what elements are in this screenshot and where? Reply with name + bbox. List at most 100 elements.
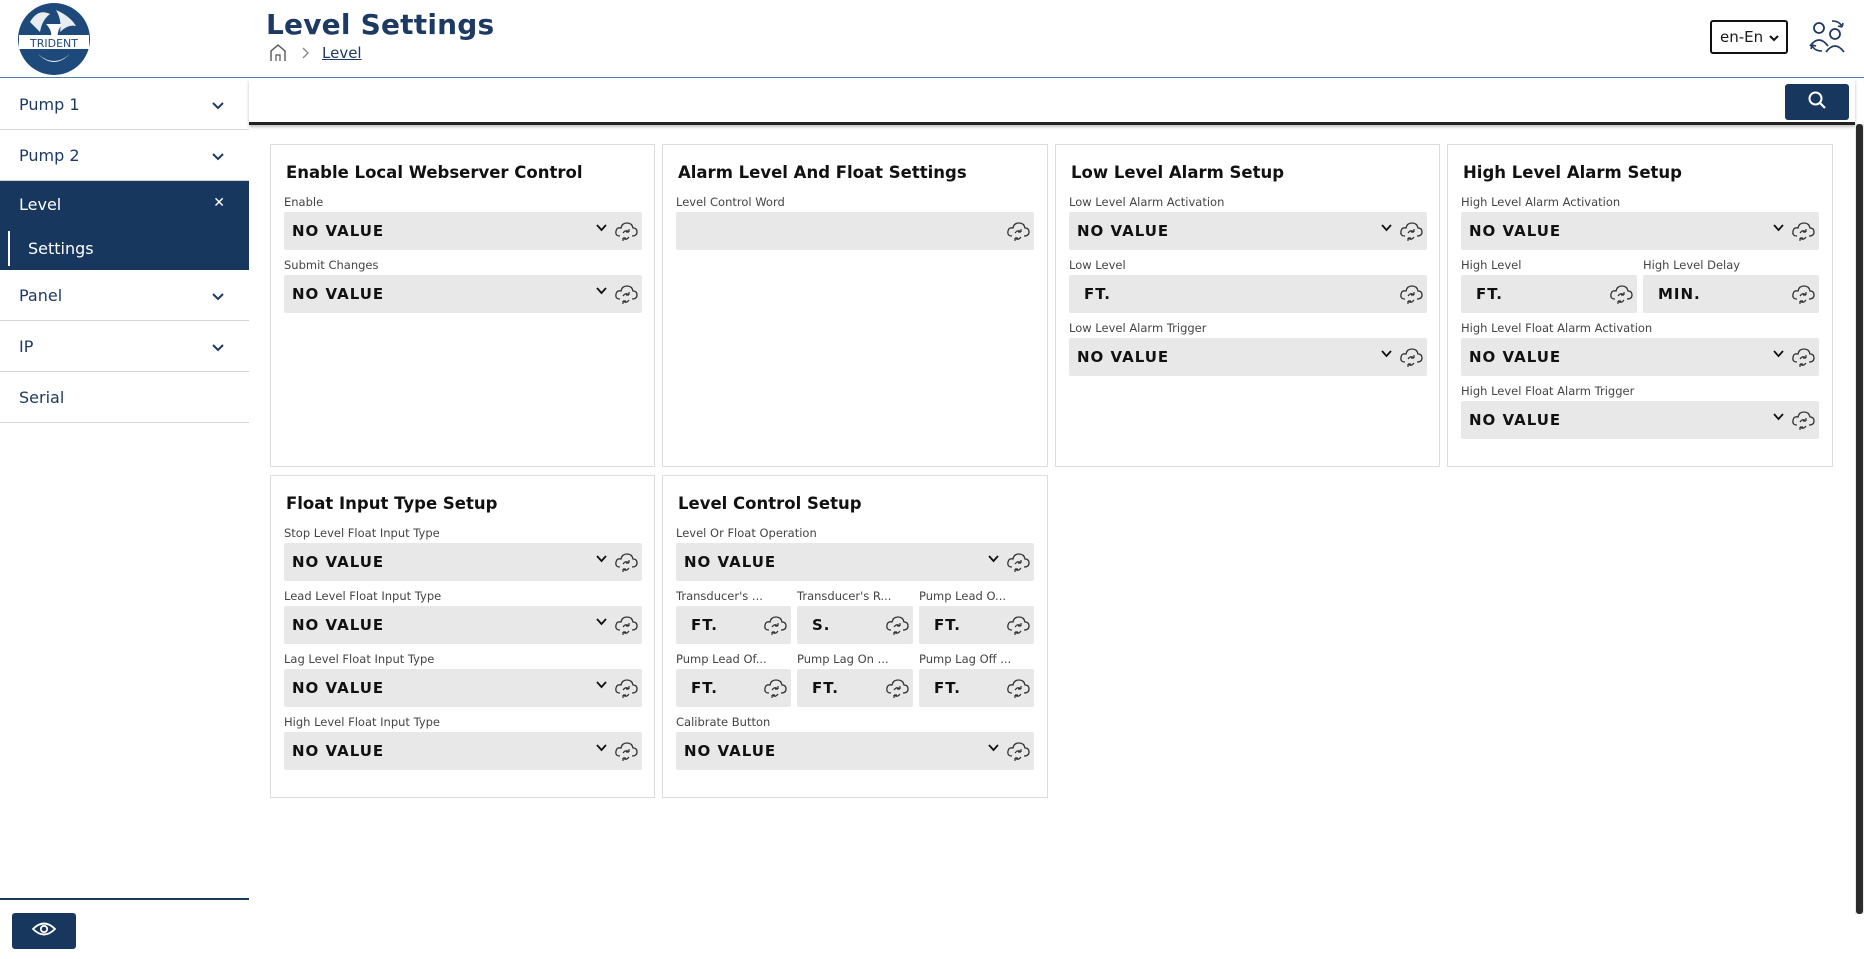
field-value: FT. <box>1476 285 1503 303</box>
stop-level-float-input-type-select[interactable]: NO VALUE <box>284 543 642 581</box>
cloud-sync-icon[interactable] <box>614 551 638 573</box>
pump-lead-off-input[interactable]: FT. <box>676 669 791 707</box>
enable-select[interactable]: NO VALUE <box>284 212 642 250</box>
sidebar-item-panel[interactable]: Panel <box>0 270 249 321</box>
field-value: FT. <box>1084 285 1111 303</box>
sidebar-subitem-settings[interactable]: Settings <box>0 227 249 270</box>
cloud-sync-icon[interactable] <box>1399 220 1423 242</box>
cloud-sync-icon[interactable] <box>1399 346 1423 368</box>
field-label: High Level <box>1461 258 1522 272</box>
field-value: MIN. <box>1658 285 1701 303</box>
cloud-sync-icon[interactable] <box>1791 346 1815 368</box>
field-label: Pump Lag Off ... <box>919 652 1012 666</box>
cloud-sync-icon[interactable] <box>1399 283 1423 305</box>
field-pump-lag-off: Pump Lag Off ... FT. <box>919 652 1034 707</box>
language-select[interactable]: en-En <box>1710 20 1788 54</box>
field-value: NO VALUE <box>292 553 385 571</box>
cloud-sync-icon[interactable] <box>1791 283 1815 305</box>
card-title: High Level Alarm Setup <box>1463 163 1682 182</box>
chevron-down-icon <box>211 288 225 302</box>
cloud-sync-icon[interactable] <box>1006 740 1030 762</box>
cloud-sync-icon[interactable] <box>885 677 909 699</box>
high-level-delay-input[interactable]: MIN. <box>1643 275 1819 313</box>
field-high-level-alarm-activation: High Level Alarm Activation NO VALUE <box>1461 195 1819 250</box>
field-label: Low Level <box>1069 258 1126 272</box>
trident-logo[interactable]: TRIDENT <box>16 2 92 76</box>
cloud-sync-icon[interactable] <box>1791 220 1815 242</box>
cloud-sync-icon[interactable] <box>1006 677 1030 699</box>
field-value: FT. <box>691 616 718 634</box>
transducers-r-input[interactable]: S. <box>797 606 913 644</box>
pump-lag-on-input[interactable]: FT. <box>797 669 913 707</box>
sidebar-item-pump-2[interactable]: Pump 2 <box>0 130 249 181</box>
cloud-sync-icon[interactable] <box>1006 614 1030 636</box>
search-button[interactable] <box>1785 84 1849 120</box>
switch-user-icon[interactable] <box>1806 16 1848 56</box>
level-or-float-operation-select[interactable]: NO VALUE <box>676 543 1034 581</box>
cloud-sync-icon[interactable] <box>614 220 638 242</box>
high-level-alarm-activation-select[interactable]: NO VALUE <box>1461 212 1819 250</box>
field-value: NO VALUE <box>1077 222 1170 240</box>
sidebar-item-ip[interactable]: IP <box>0 321 249 372</box>
home-icon[interactable] <box>268 44 288 62</box>
cloud-sync-icon[interactable] <box>614 614 638 636</box>
cloud-sync-icon[interactable] <box>763 614 787 636</box>
field-label: Low Level Alarm Activation <box>1069 195 1225 209</box>
toggle-visibility-button[interactable] <box>12 913 76 949</box>
field-value: NO VALUE <box>684 742 777 760</box>
lag-level-float-input-type-select[interactable]: NO VALUE <box>284 669 642 707</box>
cloud-sync-icon[interactable] <box>885 614 909 636</box>
pump-lag-off-input[interactable]: FT. <box>919 669 1034 707</box>
chevron-right-icon <box>298 46 312 60</box>
field-lead-level-float-input-type: Lead Level Float Input Type NO VALUE <box>284 589 642 644</box>
svg-text:TRIDENT: TRIDENT <box>29 37 78 50</box>
chevron-down-icon <box>987 740 1000 753</box>
high-level-float-alarm-activation-select[interactable]: NO VALUE <box>1461 338 1819 376</box>
field-label: High Level Delay <box>1643 258 1741 272</box>
sidebar-item-pump-1[interactable]: Pump 1 <box>0 79 249 130</box>
app-header: TRIDENT Level Settings Level en-En <box>0 0 1864 78</box>
chevron-down-icon <box>595 740 608 753</box>
chevron-down-icon <box>1380 220 1393 233</box>
cloud-sync-icon[interactable] <box>1006 220 1030 242</box>
language-value: en-En <box>1720 28 1764 46</box>
close-icon[interactable]: ✕ <box>213 195 225 211</box>
cloud-sync-icon[interactable] <box>1006 551 1030 573</box>
sidebar-item-serial[interactable]: Serial <box>0 372 249 423</box>
field-calibrate-button: Calibrate Button NO VALUE <box>676 715 1034 770</box>
breadcrumb-level-link[interactable]: Level <box>322 44 362 62</box>
cloud-sync-icon[interactable] <box>1791 409 1815 431</box>
low-level-alarm-trigger-select[interactable]: NO VALUE <box>1069 338 1427 376</box>
field-pump-lead-on: Pump Lead O... FT. <box>919 589 1034 644</box>
high-level-float-alarm-trigger-select[interactable]: NO VALUE <box>1461 401 1819 439</box>
field-label: Transducer's ... <box>676 589 763 603</box>
field-label: Pump Lead Of... <box>676 652 767 666</box>
transducers-1-input[interactable]: FT. <box>676 606 791 644</box>
scrollbar-thumb[interactable] <box>1856 124 1863 914</box>
field-value: S. <box>812 616 831 634</box>
calibrate-button-select[interactable]: NO VALUE <box>676 732 1034 770</box>
scrollbar[interactable] <box>1855 124 1864 914</box>
field-label: Submit Changes <box>284 258 379 272</box>
field-label: Transducer's R... <box>797 589 892 603</box>
sidebar-item-label: Pump 1 <box>19 94 80 114</box>
pump-lead-on-input[interactable]: FT. <box>919 606 1034 644</box>
cloud-sync-icon[interactable] <box>614 740 638 762</box>
cloud-sync-icon[interactable] <box>1609 283 1633 305</box>
high-level-float-input-type-select[interactable]: NO VALUE <box>284 732 642 770</box>
sidebar-item-level[interactable]: Level ✕ <box>0 181 249 227</box>
level-control-word-input[interactable] <box>676 212 1034 250</box>
cloud-sync-icon[interactable] <box>763 677 787 699</box>
low-level-alarm-activation-select[interactable]: NO VALUE <box>1069 212 1427 250</box>
high-level-input[interactable]: FT. <box>1461 275 1637 313</box>
chevron-down-icon <box>211 97 225 111</box>
field-value: NO VALUE <box>1469 348 1562 366</box>
cloud-sync-icon[interactable] <box>614 677 638 699</box>
sidebar-group-level: Level ✕ Settings <box>0 181 249 270</box>
low-level-input[interactable]: FT. <box>1069 275 1427 313</box>
cloud-sync-icon[interactable] <box>614 283 638 305</box>
lead-level-float-input-type-select[interactable]: NO VALUE <box>284 606 642 644</box>
submit-changes-select[interactable]: NO VALUE <box>284 275 642 313</box>
field-label: Lead Level Float Input Type <box>284 589 442 603</box>
field-value: NO VALUE <box>292 679 385 697</box>
